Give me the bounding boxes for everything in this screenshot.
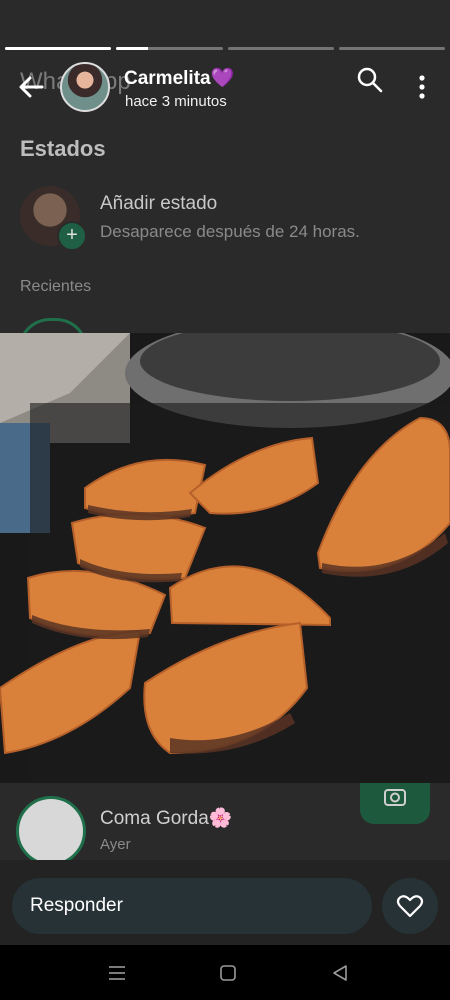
status-progress xyxy=(5,47,445,51)
back-nav-icon[interactable] xyxy=(330,963,350,983)
my-status-title: Añadir estado xyxy=(100,193,218,214)
reply-placeholder: Responder xyxy=(30,895,123,916)
recents-icon[interactable] xyxy=(107,963,127,983)
add-status-plus-icon: + xyxy=(57,221,87,251)
contact-name: Coma Gorda🌸 xyxy=(100,808,233,829)
recent-label: Recientes xyxy=(20,278,92,295)
contact-time: Ayer xyxy=(100,836,131,853)
progress-segment xyxy=(227,47,334,50)
my-status-subtitle: Desaparece después de 24 horas. xyxy=(100,222,360,241)
reply-input[interactable]: Responder xyxy=(12,878,372,934)
more-vertical-icon[interactable] xyxy=(410,70,434,104)
camera-fab xyxy=(360,782,430,824)
status-timestamp: hace 3 minutos xyxy=(125,93,227,110)
progress-segment xyxy=(338,47,445,50)
background-section-title: Estados xyxy=(20,136,106,161)
contact-status-avatar xyxy=(16,796,86,866)
search-icon[interactable] xyxy=(356,66,384,94)
contact-name-title[interactable]: Carmelita💜 xyxy=(124,66,234,90)
status-image xyxy=(0,333,450,783)
home-icon[interactable] xyxy=(218,963,238,983)
progress-segment xyxy=(5,47,112,50)
arrow-left-icon[interactable] xyxy=(14,70,48,104)
contact-avatar[interactable] xyxy=(60,62,110,112)
heart-icon[interactable] xyxy=(382,878,438,934)
system-nav-bar xyxy=(0,945,450,1000)
progress-segment xyxy=(116,47,223,50)
